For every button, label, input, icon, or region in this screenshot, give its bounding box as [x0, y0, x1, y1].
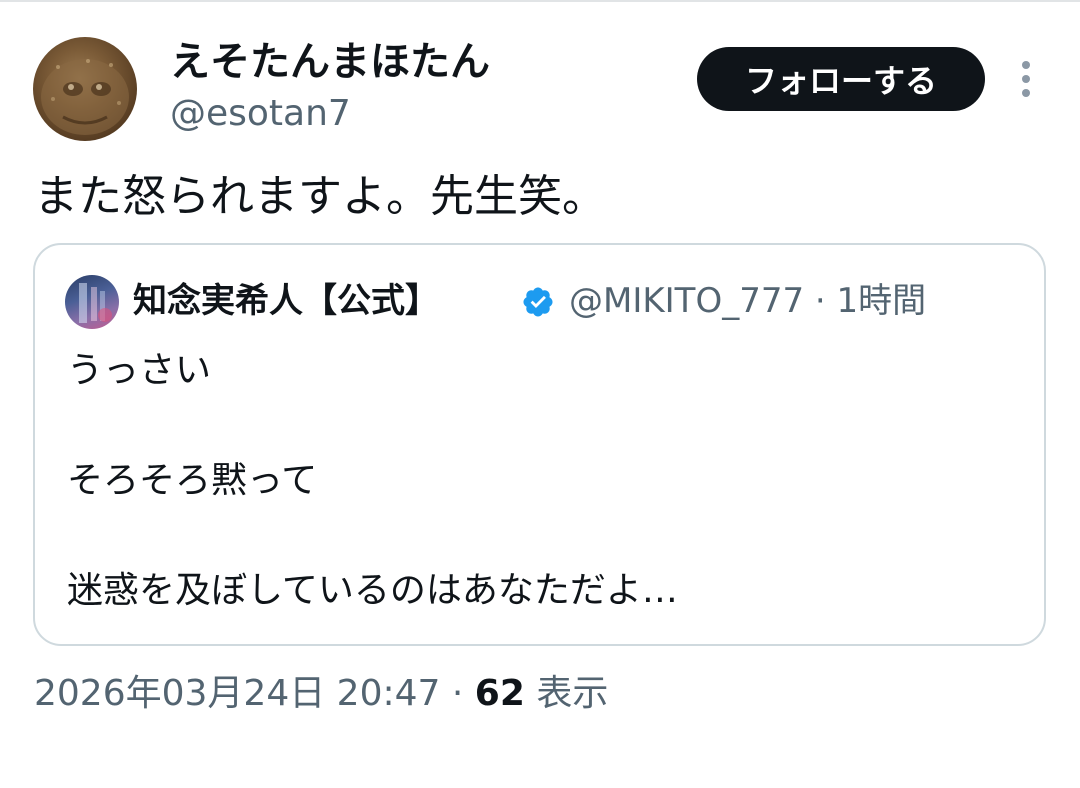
quoted-author-avatar[interactable]: [65, 275, 119, 329]
more-vertical-icon[interactable]: [1006, 55, 1046, 103]
quoted-text-line: うっさい: [67, 350, 212, 391]
quoted-display-name[interactable]: 知念実希人【公式】: [133, 279, 439, 323]
author-handle[interactable]: @esotan7: [170, 92, 351, 136]
views-count: 62: [474, 673, 525, 714]
tweet-footer: 2026年03月24日 20:47 · 62 表示: [34, 670, 608, 718]
tweet-timestamp[interactable]: 2026年03月24日 20:47: [34, 673, 440, 714]
follow-button[interactable]: フォローする: [697, 47, 985, 111]
quoted-text-line: 迷惑を及ぼしているのはあなただよ…: [67, 570, 678, 611]
author-avatar[interactable]: [33, 37, 137, 141]
quoted-tweet-card[interactable]: 知念実希人【公式】 @MIKITO_777 · 1時間 うっさい そろそろ黙って…: [33, 243, 1046, 646]
views-label: 表示: [524, 673, 609, 714]
quoted-handle-and-time[interactable]: @MIKITO_777 · 1時間: [569, 279, 926, 323]
footer-separator: ·: [440, 673, 475, 714]
quoted-text-line: そろそろ黙って: [67, 460, 318, 501]
tweet-text: また怒られますよ。先生笑。: [34, 171, 606, 222]
verified-badge-icon: [521, 285, 555, 319]
top-divider: [0, 0, 1080, 2]
author-display-name[interactable]: えそたんまほたん: [170, 38, 490, 86]
quoted-avatar-image: [79, 283, 112, 323]
author-avatar-image: [41, 59, 129, 135]
